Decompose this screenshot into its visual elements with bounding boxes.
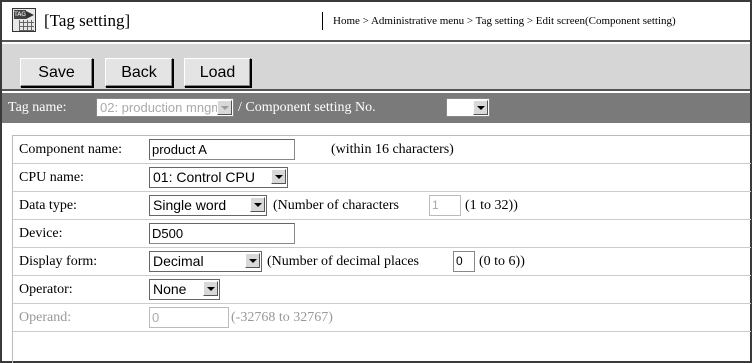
- cpu-name-select[interactable]: 01: Control CPU: [149, 167, 288, 188]
- data-type-row: Data type: Single word (Number of charac…: [13, 192, 751, 220]
- device-row: Device: D500: [13, 220, 751, 248]
- tag-icon-label: TAG: [14, 10, 26, 19]
- component-setting-select[interactable]: 01: [446, 98, 490, 117]
- tag-setting-icon: TAG: [12, 8, 36, 32]
- component-setting-value: 01: [450, 100, 465, 115]
- title-divider: [322, 12, 323, 30]
- tag-name-value: 02: production mngmt: [100, 100, 226, 115]
- operand-label: Operand:: [19, 310, 72, 325]
- chevron-down-icon[interactable]: [271, 169, 286, 184]
- chars-input: 1: [429, 195, 461, 216]
- component-name-label: Component name:: [19, 142, 123, 157]
- operand-input: 0: [149, 307, 229, 328]
- title-bar: TAG [Tag setting] Home > Administrative …: [2, 2, 750, 42]
- data-type-value: Single word: [153, 197, 227, 213]
- chevron-down-icon[interactable]: [250, 197, 265, 212]
- component-name-row: Component name: product A (within 16 cha…: [13, 136, 751, 164]
- chevron-down-icon[interactable]: [245, 253, 260, 268]
- cpu-name-label: CPU name:: [19, 170, 84, 185]
- page-title: [Tag setting]: [44, 11, 131, 30]
- back-button[interactable]: Back: [105, 58, 173, 87]
- chars-label: (Number of characters: [273, 198, 399, 213]
- device-input[interactable]: D500: [149, 223, 295, 244]
- toolbar: Save Back Load: [2, 44, 750, 91]
- display-form-select[interactable]: Decimal: [149, 251, 262, 272]
- component-form: Component name: product A (within 16 cha…: [12, 135, 751, 363]
- device-label: Device:: [19, 226, 63, 241]
- load-button[interactable]: Load: [184, 58, 251, 87]
- operator-row: Operator: None: [13, 276, 751, 304]
- data-type-select[interactable]: Single word: [149, 195, 267, 216]
- operator-select[interactable]: None: [149, 279, 220, 300]
- operand-row: Operand: 0 (-32768 to 32767): [13, 304, 751, 332]
- breadcrumb: Home > Administrative menu > Tag setting…: [333, 15, 676, 27]
- cpu-name-value: 01: Control CPU: [153, 169, 255, 185]
- cpu-name-row: CPU name: 01: Control CPU: [13, 164, 751, 192]
- component-setting-label: / Component setting No.: [238, 100, 376, 115]
- data-type-label: Data type:: [19, 198, 77, 213]
- decimals-label: (Number of decimal places: [267, 254, 419, 269]
- display-form-label: Display form:: [19, 254, 98, 269]
- chars-range: (1 to 32)): [465, 198, 518, 213]
- decimals-input[interactable]: 0: [453, 251, 475, 272]
- tag-setting-window: TAG [Tag setting] Home > Administrative …: [0, 0, 752, 363]
- chevron-down-icon[interactable]: [473, 100, 488, 115]
- save-button[interactable]: Save: [20, 58, 93, 87]
- chevron-down-icon[interactable]: [203, 281, 218, 296]
- display-form-row: Display form: Decimal (Number of decimal…: [13, 248, 751, 276]
- tag-name-select: 02: production mngmt: [96, 98, 234, 117]
- display-form-value: Decimal: [153, 253, 204, 269]
- component-name-hint: (within 16 characters): [331, 142, 454, 157]
- chevron-down-icon: [217, 100, 232, 115]
- operator-value: None: [153, 281, 187, 297]
- operand-range: (-32768 to 32767): [231, 310, 333, 325]
- tag-header-bar: Tag name: 02: production mngmt / Compone…: [2, 93, 750, 123]
- decimals-range: (0 to 6)): [479, 254, 525, 269]
- operator-label: Operator:: [19, 282, 73, 297]
- tag-name-label: Tag name:: [8, 100, 67, 115]
- component-name-input[interactable]: product A: [149, 139, 295, 160]
